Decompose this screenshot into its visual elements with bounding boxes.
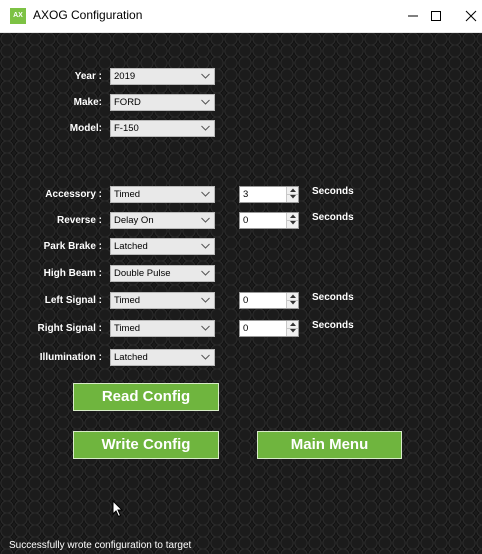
caret-up-icon bbox=[290, 322, 296, 326]
title-bar: AX AXOG Configuration bbox=[0, 0, 482, 33]
close-button[interactable] bbox=[448, 0, 482, 32]
reverse-mode-select[interactable]: Delay On bbox=[110, 212, 215, 229]
accessory-seconds-stepper[interactable]: 3 bbox=[239, 186, 299, 203]
model-label: Model: bbox=[69, 123, 102, 134]
right-signal-mode-value: Timed bbox=[114, 323, 141, 334]
right-signal-label: Right Signal : bbox=[37, 323, 102, 334]
caret-down-icon bbox=[290, 301, 296, 305]
park-brake-mode-select[interactable]: Latched bbox=[110, 238, 215, 255]
chevron-down-icon bbox=[201, 243, 210, 249]
decrement-button[interactable] bbox=[287, 220, 298, 227]
stepper-buttons bbox=[286, 187, 298, 202]
model-value: F-150 bbox=[114, 123, 139, 134]
left-signal-label: Left Signal : bbox=[44, 295, 102, 306]
right-signal-mode-select[interactable]: Timed bbox=[110, 320, 215, 337]
app-logo-icon: AX bbox=[10, 8, 26, 24]
year-value: 2019 bbox=[114, 71, 136, 82]
chevron-down-icon bbox=[201, 354, 210, 360]
caret-down-icon bbox=[290, 195, 296, 199]
model-select[interactable]: F-150 bbox=[110, 120, 215, 137]
high-beam-mode-value: Double Pulse bbox=[114, 268, 171, 279]
chevron-down-icon bbox=[201, 125, 210, 131]
accessory-mode-value: Timed bbox=[114, 189, 141, 200]
window-title: AXOG Configuration bbox=[33, 8, 143, 22]
illumination-label: Illumination : bbox=[39, 352, 102, 363]
stepper-buttons bbox=[286, 293, 298, 308]
caret-up-icon bbox=[290, 188, 296, 192]
accessory-unit-label: Seconds bbox=[312, 186, 354, 197]
illumination-mode-select[interactable]: Latched bbox=[110, 349, 215, 366]
caret-up-icon bbox=[290, 214, 296, 218]
left-signal-mode-value: Timed bbox=[114, 295, 141, 306]
accessory-mode-select[interactable]: Timed bbox=[110, 186, 215, 203]
right-signal-seconds-stepper[interactable]: 0 bbox=[239, 320, 299, 337]
right-signal-unit-label: Seconds bbox=[312, 320, 354, 331]
caret-down-icon bbox=[290, 329, 296, 333]
reverse-seconds-value: 0 bbox=[243, 215, 249, 226]
reverse-mode-value: Delay On bbox=[114, 215, 154, 226]
reverse-seconds-stepper[interactable]: 0 bbox=[239, 212, 299, 229]
caret-up-icon bbox=[290, 294, 296, 298]
decrement-button[interactable] bbox=[287, 328, 298, 335]
make-value: FORD bbox=[114, 97, 141, 108]
stepper-buttons bbox=[286, 213, 298, 228]
left-signal-mode-select[interactable]: Timed bbox=[110, 292, 215, 309]
write-config-button[interactable]: Write Config bbox=[73, 431, 219, 459]
left-signal-unit-label: Seconds bbox=[312, 292, 354, 303]
chevron-down-icon bbox=[201, 99, 210, 105]
park-brake-label: Park Brake : bbox=[43, 241, 102, 252]
reverse-unit-label: Seconds bbox=[312, 212, 354, 223]
app-window: AX AXOG Configuration Year : 2019 Make: … bbox=[0, 0, 482, 554]
chevron-down-icon bbox=[201, 191, 210, 197]
decrement-button[interactable] bbox=[287, 194, 298, 201]
make-select[interactable]: FORD bbox=[110, 94, 215, 111]
high-beam-label: High Beam : bbox=[43, 268, 102, 279]
year-select[interactable]: 2019 bbox=[110, 68, 215, 85]
left-signal-seconds-value: 0 bbox=[243, 295, 249, 306]
chevron-down-icon bbox=[201, 270, 210, 276]
stepper-buttons bbox=[286, 321, 298, 336]
right-signal-seconds-value: 0 bbox=[243, 323, 249, 334]
accessory-label: Accessory : bbox=[45, 189, 102, 200]
year-label: Year : bbox=[74, 71, 102, 82]
accessory-seconds-value: 3 bbox=[243, 189, 249, 200]
chevron-down-icon bbox=[201, 325, 210, 331]
close-icon bbox=[465, 10, 477, 22]
high-beam-mode-select[interactable]: Double Pulse bbox=[110, 265, 215, 282]
left-signal-seconds-stepper[interactable]: 0 bbox=[239, 292, 299, 309]
park-brake-mode-value: Latched bbox=[114, 241, 148, 252]
illumination-mode-value: Latched bbox=[114, 352, 148, 363]
chevron-down-icon bbox=[201, 297, 210, 303]
read-config-button[interactable]: Read Config bbox=[73, 383, 219, 411]
maximize-icon bbox=[431, 11, 441, 21]
chevron-down-icon bbox=[201, 217, 210, 223]
main-menu-button[interactable]: Main Menu bbox=[257, 431, 402, 459]
chevron-down-icon bbox=[201, 73, 210, 79]
mouse-cursor-icon bbox=[112, 500, 124, 518]
make-label: Make: bbox=[73, 97, 102, 108]
decrement-button[interactable] bbox=[287, 300, 298, 307]
status-text: Successfully wrote configuration to targ… bbox=[9, 540, 192, 551]
caret-down-icon bbox=[290, 221, 296, 225]
reverse-label: Reverse : bbox=[56, 215, 102, 226]
